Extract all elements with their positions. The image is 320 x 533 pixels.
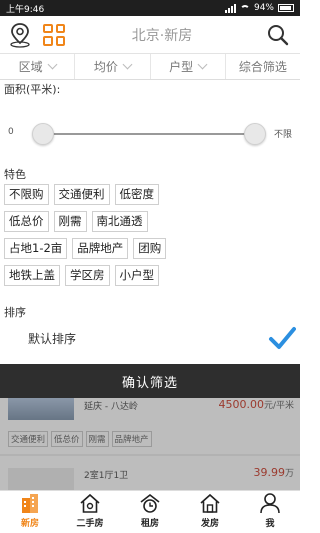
feature-tag[interactable]: 团购 [133,238,167,259]
location-button[interactable] [0,16,40,54]
listing-tag: 刚需 [85,431,109,447]
slider-track [40,133,256,135]
list-item[interactable]: 延庆 - 八达岭 4500.00元/平米 交通便利 低总价 刚需 品牌地产 [0,398,300,452]
listing-location: 延庆 - 八达岭 [84,402,138,412]
user-icon [260,493,280,514]
slider-min-handle[interactable] [32,123,54,145]
nav-second-hand[interactable]: 二手房 [60,491,120,533]
listing-tag: 品牌地产 [111,431,152,447]
listing-layout: 2室1厅1卫 [84,471,129,481]
nav-label: 租房 [140,519,159,529]
battery-icon [278,4,294,12]
confirm-filter-button[interactable]: 确认筛选 [0,364,300,398]
feature-tag[interactable]: 品牌地产 [72,238,129,259]
sort-option-default[interactable]: 默认排序 [0,324,300,352]
chevron-down-icon [122,59,133,70]
feature-tag[interactable]: 刚需 [53,211,87,232]
listing-thumbnail [8,398,74,420]
slider-min-label: 0 [8,127,14,137]
chevron-down-icon [197,59,208,70]
feature-tag[interactable]: 南北通透 [91,211,148,232]
nav-label: 发房 [200,519,219,529]
feature-tag[interactable]: 占地1-2亩 [4,238,68,259]
nav-label: 二手房 [76,519,104,529]
tab-layout[interactable]: 户型 [151,54,226,79]
status-bar: 上午9:46 94% [0,0,300,16]
tab-label: 区域 [18,60,43,74]
feature-tag[interactable]: 地铁上盖 [4,265,60,286]
nav-label: 新房 [20,519,39,529]
filter-panel: 面积(平米): 0 不限 特色 不限购 交通便利 低密度 低总价 刚需 南北通透… [0,80,300,364]
feature-tags: 不限购 交通便利 低密度 低总价 刚需 南北通透 占地1-2亩 品牌地产 团购 … [4,184,204,286]
tab-region[interactable]: 区域 [0,54,76,79]
page-title: 北京·新房 [131,27,193,44]
status-time: 上午9:46 [6,4,45,15]
feature-tag[interactable]: 学区房 [65,265,110,286]
tab-label: 均价 [93,60,118,74]
sort-label: 排序 [4,306,26,319]
feature-tag[interactable]: 交通便利 [53,184,110,205]
sort-option-label: 默认排序 [28,331,77,346]
feature-tag[interactable]: 不限购 [4,184,49,205]
slider-max-label: 不限 [273,130,292,140]
features-label: 特色 [4,168,26,181]
house-icon [80,493,100,513]
nav-rent[interactable]: 租房 [120,491,180,533]
area-range-slider[interactable]: 0 不限 [4,122,296,146]
signal-icon [224,3,236,13]
listing-area: 延庆 - 八达岭 4500.00元/平米 交通便利 低总价 刚需 品牌地产 2室… [0,398,300,490]
battery-percent: 94% [253,3,274,13]
building-icon [22,494,38,513]
feature-tag[interactable]: 低总价 [4,211,49,232]
tab-avg-price[interactable]: 均价 [75,54,151,79]
nav-new-house[interactable]: 新房 [0,491,60,533]
feature-tag[interactable]: 低密度 [114,184,159,205]
listing-thumbnail [8,468,74,490]
filter-tabs: 区域 均价 户型 综合筛选 [0,54,300,80]
list-item[interactable]: 2室1厅1卫 39.99万 [0,456,300,490]
app-header: 北京·新房 [0,16,300,54]
listing-tags: 交通便利 低总价 刚需 品牌地产 [8,431,152,447]
search-icon [268,24,289,45]
checkmark-icon [269,327,296,349]
nav-label: 我 [265,519,275,529]
search-button[interactable] [256,16,300,54]
listing-price: 39.99万 [253,466,294,479]
nav-me[interactable]: 我 [240,491,300,533]
nav-post-house[interactable]: 发房 [180,491,240,533]
grid-icon [43,23,65,46]
tab-label: 户型 [169,60,194,74]
tab-comprehensive-filter[interactable]: 综合筛选 [226,54,300,79]
location-pin-icon [10,22,30,48]
listing-price: 4500.00元/平米 [218,398,294,411]
bottom-nav: 新房 二手房 租房 发房 我 [0,490,300,533]
area-label: 面积(平米): [4,83,61,96]
wifi-icon [239,4,250,12]
listing-tag: 低总价 [51,431,83,447]
listing-tag: 交通便利 [8,431,49,447]
chevron-down-icon [47,59,58,70]
feature-tag[interactable]: 小户型 [114,265,159,286]
slider-max-handle[interactable] [244,123,266,145]
post-house-icon [200,493,220,513]
category-grid-button[interactable] [40,16,68,54]
clock-house-icon [140,493,160,513]
tab-label: 综合筛选 [238,60,287,74]
